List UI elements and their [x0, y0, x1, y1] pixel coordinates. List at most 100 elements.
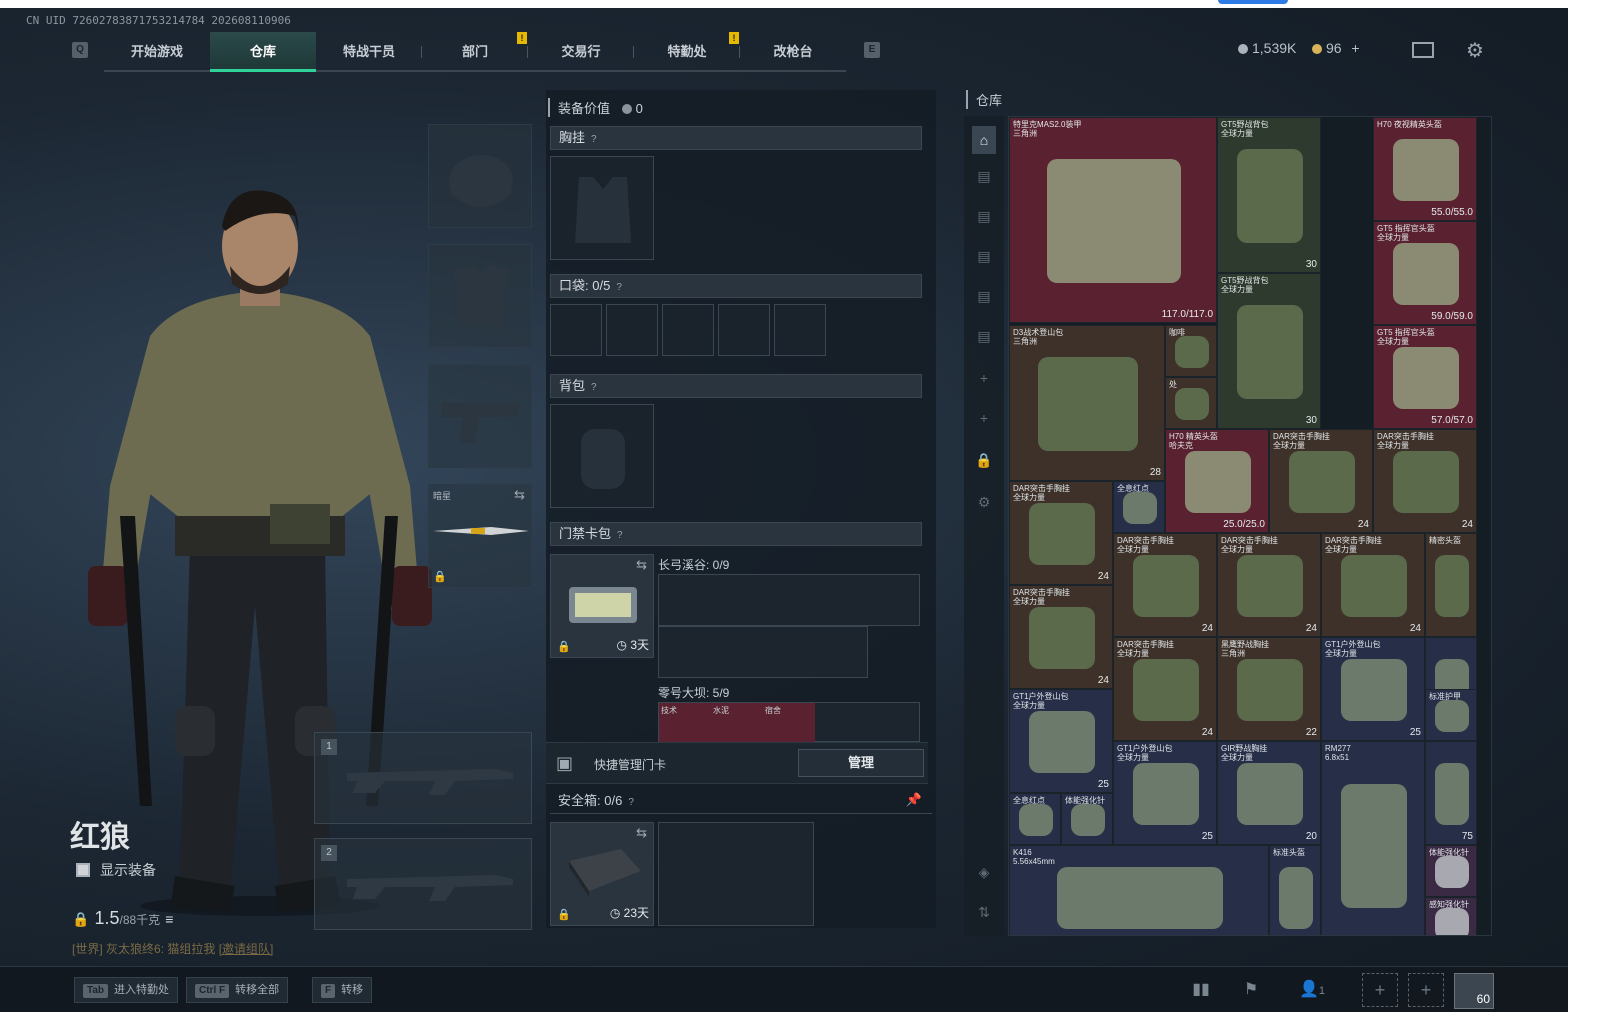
stash-item[interactable]: 感知强化针	[1425, 897, 1477, 935]
stash-item[interactable]: 全息红点	[1113, 481, 1165, 533]
settings-gear-icon[interactable]: ⚙	[1466, 38, 1484, 63]
pistol-slot[interactable]	[428, 364, 532, 468]
keycard-case-slot[interactable]: ⇆ 🔒 ◷ 3天	[550, 554, 654, 658]
stash-item[interactable]: DAR突击手胸挂 全球力量 24	[1217, 533, 1321, 637]
stash-item[interactable]: 体能强化针	[1425, 845, 1477, 897]
pocket-slot[interactable]	[606, 304, 658, 356]
manage-button[interactable]: 管理	[798, 749, 924, 777]
keycard-item[interactable]: 水泥	[711, 703, 763, 743]
stash-item[interactable]: 咖啡	[1165, 325, 1217, 377]
stash-item[interactable]: 标准头盔	[1269, 845, 1321, 935]
stash-page-icon[interactable]: ▤	[972, 168, 996, 190]
melee-slot[interactable]: 暗星 ⇆ 🔒	[428, 484, 532, 588]
help-icon[interactable]: ?	[591, 129, 597, 151]
stash-item[interactable]: 体能强化针	[1061, 793, 1113, 845]
help-icon[interactable]: ?	[628, 797, 634, 808]
map2-card-grid[interactable]: 技术 水泥 宿舍	[658, 702, 920, 743]
nav-right-key[interactable]: E	[864, 42, 880, 58]
tab-warehouse[interactable]: 仓库	[210, 32, 316, 72]
stash-item[interactable]: D3战术登山包 三角洲 28	[1009, 325, 1165, 481]
hint-enter-special-ops[interactable]: Tab 进入特勤处	[74, 977, 179, 1003]
flag-icon[interactable]: ⚑	[1236, 977, 1266, 1003]
backpack-slot[interactable]	[550, 404, 654, 508]
stash-item[interactable]: DAR突击手胸挂 全球力量 24	[1321, 533, 1425, 637]
stash-item[interactable]: GT5 指挥官头盔 全球力量 59.0/59.0	[1373, 221, 1477, 325]
stash-item[interactable]: H70 夜视精英头盔 55.0/55.0	[1373, 117, 1477, 221]
invite-slot-button[interactable]: +	[1362, 973, 1398, 1007]
pocket-slot[interactable]	[718, 304, 770, 356]
stash-item[interactable]: GT1户外登山包 全球力量 25	[1321, 637, 1425, 741]
settings-gear-icon[interactable]: ⚙	[972, 494, 996, 516]
stash-item[interactable]: DAR突击手胸挂 全球力量 24	[1373, 429, 1477, 533]
help-icon[interactable]: ?	[591, 377, 597, 399]
friends-icon[interactable]: 👤1	[1292, 977, 1332, 1003]
safebox-grid[interactable]	[658, 822, 814, 926]
keycard-item[interactable]: 技术	[659, 703, 711, 743]
show-equipment-toggle[interactable]: 显示装备	[76, 860, 156, 880]
stash-page-icon[interactable]: ▤	[972, 208, 996, 230]
stash-item[interactable]: DAR突击手胸挂 全球力量 24	[1113, 533, 1217, 637]
pin-icon[interactable]: 📌	[906, 792, 922, 808]
add-page-icon[interactable]: +	[972, 410, 996, 432]
help-icon[interactable]: ?	[616, 277, 622, 299]
tab-operators[interactable]: 特战干员	[316, 32, 422, 72]
layers-icon[interactable]: ◈	[972, 864, 996, 886]
stash-item[interactable]: 75	[1425, 741, 1477, 845]
stash-item[interactable]: GT5野战背包 全球力量 30	[1217, 273, 1321, 429]
stash-page-icon[interactable]: ▤	[972, 248, 996, 270]
pocket-slot[interactable]	[550, 304, 602, 356]
stash-item[interactable]: GT1户外登山包 全球力量 25	[1009, 689, 1113, 793]
stash-page-icon[interactable]: ▤	[972, 328, 996, 350]
pocket-slot[interactable]	[662, 304, 714, 356]
secondary-weapon-slot[interactable]: 2	[314, 838, 532, 930]
add-currency-button[interactable]: +	[1351, 40, 1359, 56]
hint-transfer-all[interactable]: Ctrl F 转移全部	[186, 977, 289, 1003]
invite-slot-button[interactable]: +	[1408, 973, 1444, 1007]
swap-icon[interactable]: ⇆	[514, 487, 525, 503]
nav-left-key[interactable]: Q	[72, 42, 88, 58]
keycard-item[interactable]: 宿舍	[763, 703, 815, 743]
stash-item[interactable]: DAR突击手胸挂 全球力量 24	[1113, 637, 1217, 741]
tab-gunsmith[interactable]: 改枪台	[740, 32, 846, 72]
lock-icon[interactable]: 🔒	[972, 452, 996, 474]
stash-item[interactable]: RM277 6.8x51	[1321, 741, 1425, 935]
player-avatar[interactable]: 60	[1454, 973, 1494, 1009]
swap-icon[interactable]: ⇆	[636, 825, 647, 841]
helmet-slot[interactable]	[428, 124, 532, 228]
stash-item[interactable]: 特里克MAS2.0装甲 三角洲 117.0/117.0	[1009, 117, 1217, 323]
stash-item[interactable]: DAR突击手胸挂 全球力量 24	[1009, 481, 1113, 585]
invite-link[interactable]: [邀请组队]	[219, 942, 274, 956]
list-icon[interactable]: ≡	[165, 911, 173, 927]
safebox-slot[interactable]: ⇆ 🔒 ◷ 23天	[550, 822, 654, 926]
tab-trading[interactable]: 交易行	[528, 32, 634, 72]
tab-special-ops[interactable]: 特勤处	[634, 32, 740, 72]
pocket-slot[interactable]	[774, 304, 826, 356]
add-page-icon[interactable]: +	[972, 370, 996, 392]
stash-item[interactable]: GIR野战胸挂 全球力量 20	[1217, 741, 1321, 845]
mail-icon[interactable]	[1412, 42, 1434, 58]
stash-page-icon[interactable]: ▤	[972, 288, 996, 310]
stash-item[interactable]: K416 5.56x45mm	[1009, 845, 1269, 935]
chest-rig-slot[interactable]	[550, 156, 654, 260]
checkbox[interactable]	[76, 863, 90, 877]
tab-start-game[interactable]: 开始游戏	[104, 32, 210, 72]
stash-item[interactable]: 处	[1165, 377, 1217, 429]
armor-slot[interactable]	[428, 244, 532, 348]
stash-item[interactable]: 全息红点	[1009, 793, 1061, 845]
map1-card-grid[interactable]	[658, 626, 868, 678]
stash-item[interactable]: GT5 指挥官头盔 全球力量 57.0/57.0	[1373, 325, 1477, 429]
map1-card-grid[interactable]	[658, 574, 920, 626]
primary-weapon-slot[interactable]: 1	[314, 732, 532, 824]
stash-item[interactable]: 黑鹰野战胸挂 三角洲 22	[1217, 637, 1321, 741]
stash-item[interactable]: GT5野战背包 全球力量 30	[1217, 117, 1321, 273]
stash-item[interactable]: 精密头盔	[1425, 533, 1477, 637]
tab-department[interactable]: 部门	[422, 32, 528, 72]
stash-item[interactable]: H70 精英头盔 哈夫克 25.0/25.0	[1165, 429, 1269, 533]
stats-chart-icon[interactable]: ▮▮	[1186, 977, 1216, 1003]
stash-item[interactable]: DAR突击手胸挂 全球力量 24	[1009, 585, 1113, 689]
help-icon[interactable]: ?	[617, 525, 623, 547]
hint-transfer[interactable]: F 转移	[312, 977, 373, 1003]
stash-all-icon[interactable]: ⌂	[972, 126, 996, 154]
stash-item[interactable]: DAR突击手胸挂 全球力量 24	[1269, 429, 1373, 533]
sort-icon[interactable]: ⇅	[972, 904, 996, 926]
